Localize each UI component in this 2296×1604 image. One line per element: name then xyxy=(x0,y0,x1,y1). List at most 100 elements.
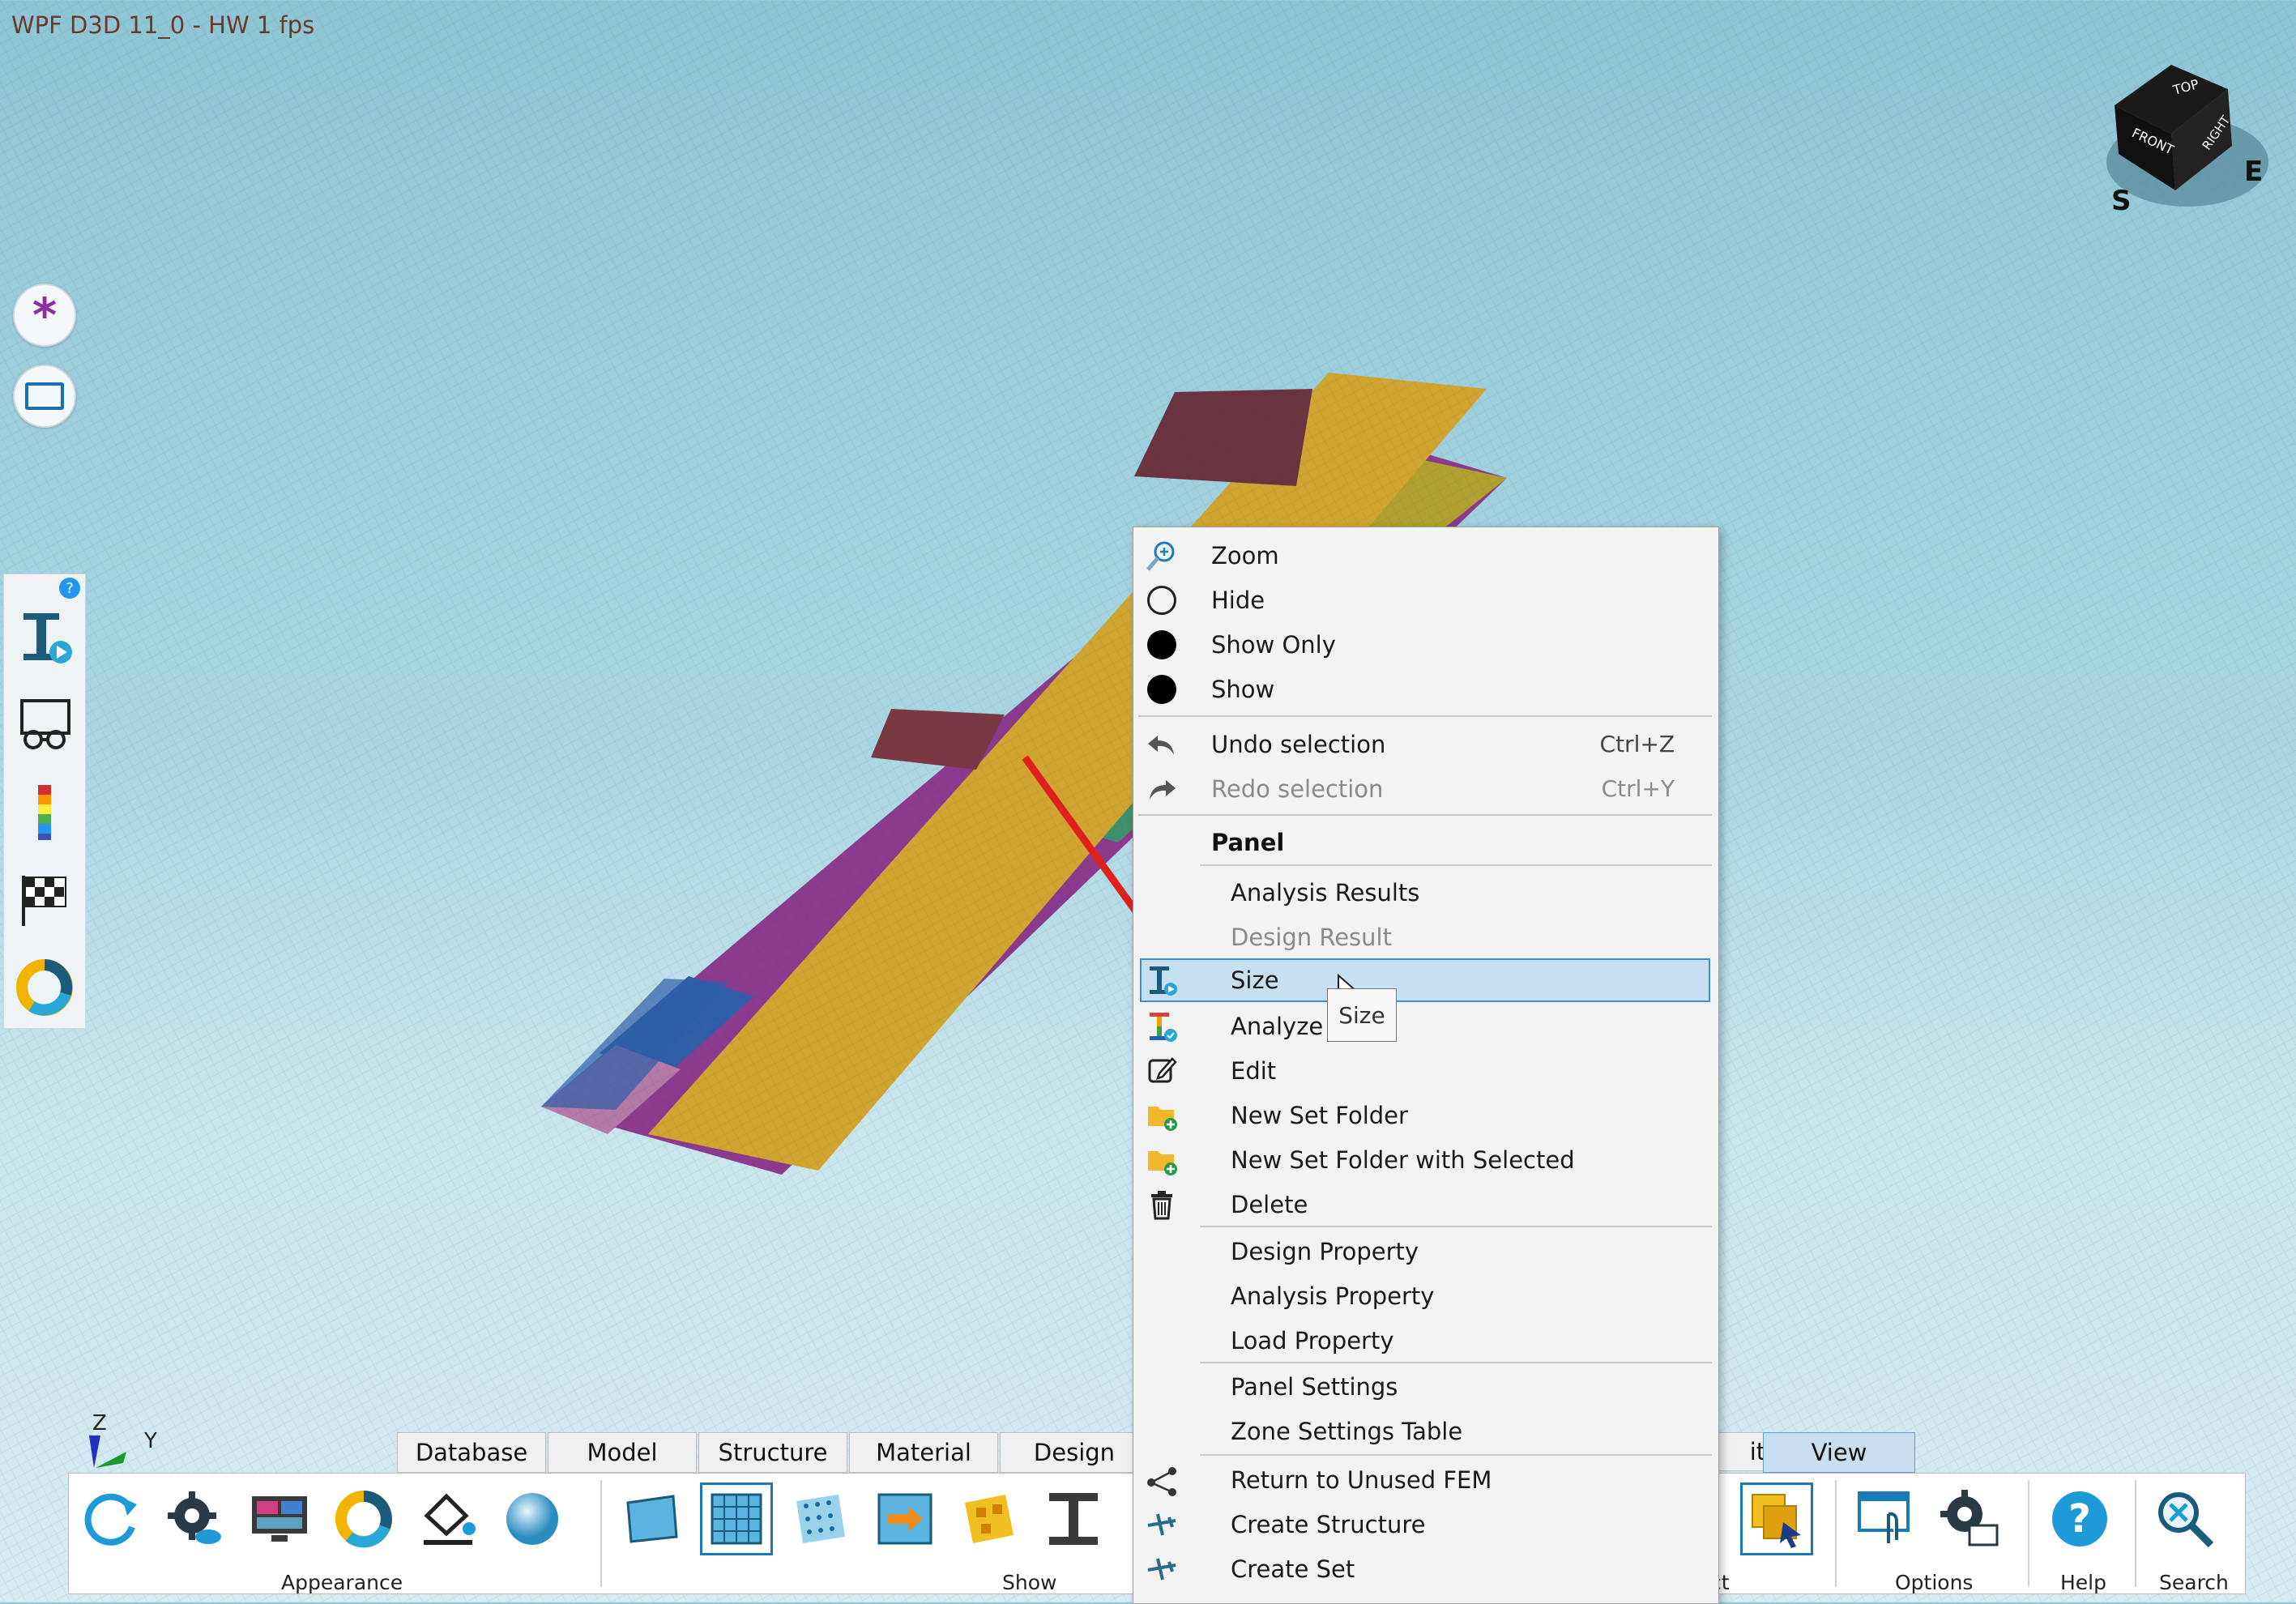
help-badge[interactable]: ? xyxy=(59,578,80,599)
sphere-icon xyxy=(506,1493,558,1545)
folder-add-icon xyxy=(1145,1098,1179,1133)
menu-label-zone-settings-table: Zone Settings Table xyxy=(1231,1418,1463,1445)
axis-z-label: Z xyxy=(92,1411,107,1435)
context-menu: Zoom Hide Show Only Show Undo selection … xyxy=(1133,527,1719,1604)
options-window-button[interactable] xyxy=(1851,1485,1919,1553)
help-icon: ? xyxy=(2052,1491,2107,1546)
sizing-tool-icon[interactable] xyxy=(15,608,74,667)
fill-button[interactable] xyxy=(414,1485,482,1553)
menu-item-analysis-results[interactable]: Analysis Results xyxy=(1133,871,1718,915)
ribbon-separator xyxy=(600,1480,602,1587)
menu-item-new-set-folder-with-selected[interactable]: New Set Folder with Selected xyxy=(1133,1138,1718,1182)
menu-item-show[interactable]: Show xyxy=(1133,668,1718,711)
menu-item-hide[interactable]: Hide xyxy=(1133,578,1718,622)
menu-item-panel-settings[interactable]: Panel Settings xyxy=(1133,1365,1718,1409)
help-button[interactable]: ? xyxy=(2046,1485,2114,1553)
menu-item-show-only[interactable]: Show Only xyxy=(1133,623,1718,667)
checkered-flag-icon[interactable] xyxy=(15,871,74,929)
tab-material[interactable]: Material xyxy=(849,1432,998,1473)
menu-item-load-property[interactable]: Load Property xyxy=(1133,1319,1718,1363)
color-wheel-button[interactable] xyxy=(330,1485,398,1553)
menu-label-delete: Delete xyxy=(1231,1191,1308,1218)
menu-item-create-set[interactable]: Create Set xyxy=(1133,1547,1718,1591)
menu-item-zoom[interactable]: Zoom xyxy=(1133,534,1718,578)
select-button[interactable] xyxy=(1740,1482,1813,1555)
airplane-icon xyxy=(1145,1552,1179,1586)
show-beams-button[interactable] xyxy=(1039,1485,1107,1553)
tooltip-size: Size xyxy=(1327,988,1397,1042)
sphere-button[interactable] xyxy=(498,1485,566,1553)
redo-icon xyxy=(1145,772,1179,806)
circle-filled-icon xyxy=(1145,672,1179,706)
menu-item-undo-selection[interactable]: Undo selection Ctrl+Z xyxy=(1133,723,1718,766)
menu-item-delete[interactable]: Delete xyxy=(1133,1183,1718,1226)
rectangle-select-button[interactable] xyxy=(13,365,76,428)
group-help-label: Help xyxy=(2060,1571,2106,1594)
menu-item-analyze[interactable]: Analyze xyxy=(1133,1005,1718,1048)
menu-label-hide: Hide xyxy=(1211,587,1265,614)
tab-design[interactable]: Design xyxy=(1000,1432,1149,1473)
edit-icon xyxy=(1145,1054,1179,1088)
group-options-label: Options xyxy=(1895,1571,1974,1594)
refresh-button[interactable] xyxy=(77,1485,145,1553)
compass-s[interactable]: S xyxy=(2111,185,2132,217)
tab-view[interactable]: View xyxy=(1763,1432,1915,1473)
menu-item-design-property[interactable]: Design Property xyxy=(1133,1230,1718,1273)
asterisk-button[interactable]: * xyxy=(13,284,76,347)
compass-e[interactable]: E xyxy=(2244,156,2263,188)
search-button[interactable] xyxy=(2151,1485,2219,1553)
show-direction-button[interactable] xyxy=(871,1485,939,1553)
airplane-icon xyxy=(1145,1508,1179,1542)
mesh-grid-icon xyxy=(711,1493,762,1545)
menu-item-analysis-property[interactable]: Analysis Property xyxy=(1133,1274,1718,1318)
menu-item-new-set-folder[interactable]: New Set Folder xyxy=(1133,1094,1718,1137)
menu-label-show-only: Show Only xyxy=(1211,631,1336,659)
paint-bucket-icon xyxy=(424,1493,476,1545)
show-panel-button[interactable] xyxy=(618,1485,686,1553)
left-tool-palette: ? xyxy=(3,574,86,1029)
color-legend-icon[interactable] xyxy=(15,783,74,842)
tab-structure[interactable]: Structure xyxy=(698,1432,847,1473)
tab-model[interactable]: Model xyxy=(548,1432,697,1473)
i-beam-icon xyxy=(1049,1493,1098,1545)
select-cursor-icon xyxy=(1752,1494,1801,1548)
search-icon xyxy=(2158,1492,2214,1548)
show-zones-button[interactable] xyxy=(955,1485,1023,1553)
menu-item-size[interactable]: Size xyxy=(1140,958,1710,1002)
view-settings-button[interactable] xyxy=(161,1485,229,1553)
node-link-icon xyxy=(1145,1463,1179,1497)
menu-item-redo-selection[interactable]: Redo selection Ctrl+Y xyxy=(1133,767,1718,811)
zoom-icon xyxy=(1145,539,1179,573)
options-settings-button[interactable] xyxy=(1935,1485,2004,1553)
display-button[interactable] xyxy=(245,1485,314,1553)
menu-label-edit: Edit xyxy=(1231,1057,1277,1085)
axis-triad: Z Y xyxy=(78,1411,167,1471)
show-mesh-button[interactable] xyxy=(700,1482,773,1555)
node-grid-icon xyxy=(796,1495,845,1543)
menu-label-undo: Undo selection xyxy=(1211,731,1386,758)
menu-separator xyxy=(1200,864,1712,866)
ribbon-separator xyxy=(2028,1480,2029,1587)
trash-icon xyxy=(1145,1188,1179,1222)
svg-text:?: ? xyxy=(2068,1496,2091,1542)
view-cube[interactable]: TOP FRONT RIGHT S E xyxy=(2098,57,2277,219)
menu-label-analysis-results: Analysis Results xyxy=(1231,879,1420,907)
menu-item-return-to-unused-fem[interactable]: Return to Unused FEM xyxy=(1133,1458,1718,1502)
menu-item-edit[interactable]: Edit xyxy=(1133,1049,1718,1093)
tab-database[interactable]: Database xyxy=(397,1432,546,1473)
show-nodes-button[interactable] xyxy=(787,1485,855,1553)
menu-label-new-set-folder-with-selected: New Set Folder with Selected xyxy=(1231,1146,1575,1174)
glasses-view-icon[interactable] xyxy=(15,696,74,754)
axis-y-label: Y xyxy=(144,1429,157,1453)
ribbon-separator xyxy=(1835,1480,1837,1587)
menu-item-create-structure[interactable]: Create Structure xyxy=(1133,1503,1718,1546)
donut-chart-icon[interactable] xyxy=(15,958,74,1017)
menu-label-analyze: Analyze xyxy=(1231,1013,1324,1040)
menu-label-new-set-folder: New Set Folder xyxy=(1231,1102,1408,1129)
menu-item-zone-settings-table[interactable]: Zone Settings Table xyxy=(1133,1410,1718,1453)
checker-panel-icon xyxy=(965,1495,1014,1543)
menu-label-return-to-unused-fem: Return to Unused FEM xyxy=(1231,1466,1492,1494)
menu-label-size: Size xyxy=(1231,966,1279,994)
window-pointer-icon xyxy=(1858,1491,1910,1543)
menu-item-design-result[interactable]: Design Result xyxy=(1133,915,1718,959)
